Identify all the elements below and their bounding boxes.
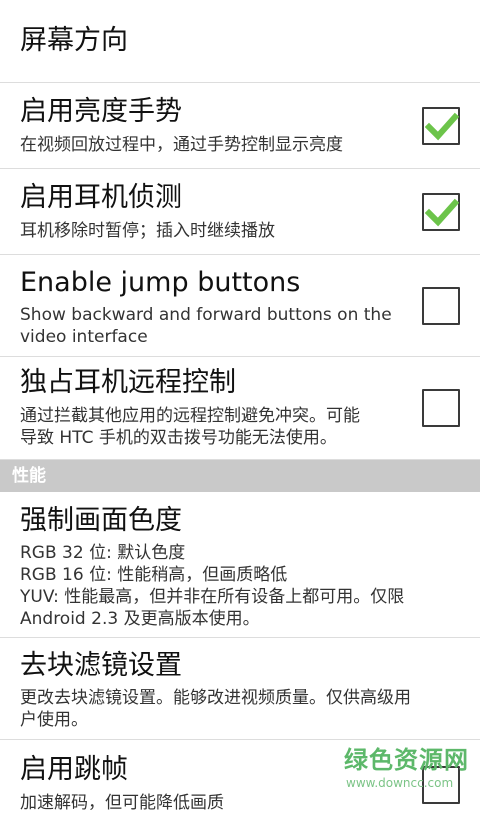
summary-line: 导致 HTC 手机的双击拨号功能无法使用。: [20, 428, 337, 448]
pref-title: 强制画面色度: [20, 505, 182, 536]
watermark-logo: 绿色资源网 www.downcc.com: [342, 744, 474, 800]
summary-line: Show backward and forward buttons on the: [20, 305, 392, 325]
watermark-title: 绿色资源网: [344, 746, 469, 774]
pref-headset-detection[interactable]: 启用耳机侦测 耳机移除时暂停；插入时继续播放: [0, 169, 480, 255]
jump-buttons-checkbox[interactable]: [422, 287, 460, 325]
pref-title: 去块滤镜设置: [20, 650, 182, 681]
brightness-checkbox[interactable]: [422, 107, 460, 145]
pref-title: 启用跳帧: [20, 754, 128, 785]
pref-summary: RGB 32 位: 默认色度 RGB 16 位: 性能稍高，但画质略低 YUV:…: [20, 542, 470, 630]
pref-title: 启用耳机侦测: [20, 182, 182, 213]
pref-title: 屏幕方向: [20, 25, 128, 56]
summary-line: 通过拦截其他应用的远程控制避免冲突。可能: [20, 406, 360, 426]
section-header-label: 性能: [12, 466, 46, 486]
pref-headset-remote-control[interactable]: 独占耳机远程控制 通过拦截其他应用的远程控制避免冲突。可能 导致 HTC 手机的…: [0, 357, 480, 460]
pref-title: Enable jump buttons: [20, 267, 301, 298]
watermark-url: www.downcc.com: [346, 776, 454, 790]
pref-force-chroma[interactable]: 强制画面色度 RGB 32 位: 默认色度 RGB 16 位: 性能稍高，但画质…: [0, 492, 480, 638]
pref-title: 启用亮度手势: [20, 96, 182, 127]
pref-summary: Show backward and forward buttons on the…: [20, 304, 405, 348]
summary-line: YUV: 性能最高，但并非在所有设备上都可用。仅限: [20, 587, 405, 607]
summary-line: Android 2.3 及更高版本使用。: [20, 609, 260, 629]
pref-summary: 通过拦截其他应用的远程控制避免冲突。可能 导致 HTC 手机的双击拨号功能无法使…: [20, 405, 405, 449]
summary-line: RGB 16 位: 性能稍高，但画质略低: [20, 565, 288, 585]
pref-title: 独占耳机远程控制: [20, 367, 236, 398]
pref-deblocking-filter[interactable]: 去块滤镜设置 更改去块滤镜设置。能够改进视频质量。仅供高级用 户使用。: [0, 638, 480, 740]
checkmark-icon: [425, 112, 459, 141]
summary-line: video interface: [20, 327, 148, 347]
headset-checkbox[interactable]: [422, 193, 460, 231]
pref-summary: 在视频回放过程中，通过手势控制显示亮度: [20, 135, 343, 155]
pref-summary: 耳机移除时暂停；插入时继续播放: [20, 221, 275, 241]
pref-brightness-gesture[interactable]: 启用亮度手势 在视频回放过程中，通过手势控制显示亮度: [0, 83, 480, 169]
summary-line: 更改去块滤镜设置。能够改进视频质量。仅供高级用: [20, 688, 411, 708]
section-header-performance: 性能: [0, 460, 480, 492]
remote-control-checkbox[interactable]: [422, 389, 460, 427]
checkmark-icon: [425, 198, 459, 227]
pref-jump-buttons[interactable]: Enable jump buttons Show backward and fo…: [0, 255, 480, 357]
pref-screen-orientation[interactable]: 屏幕方向: [0, 0, 480, 83]
summary-line: 户使用。: [20, 710, 88, 730]
pref-summary: 更改去块滤镜设置。能够改进视频质量。仅供高级用 户使用。: [20, 687, 470, 731]
summary-line: RGB 32 位: 默认色度: [20, 543, 186, 563]
